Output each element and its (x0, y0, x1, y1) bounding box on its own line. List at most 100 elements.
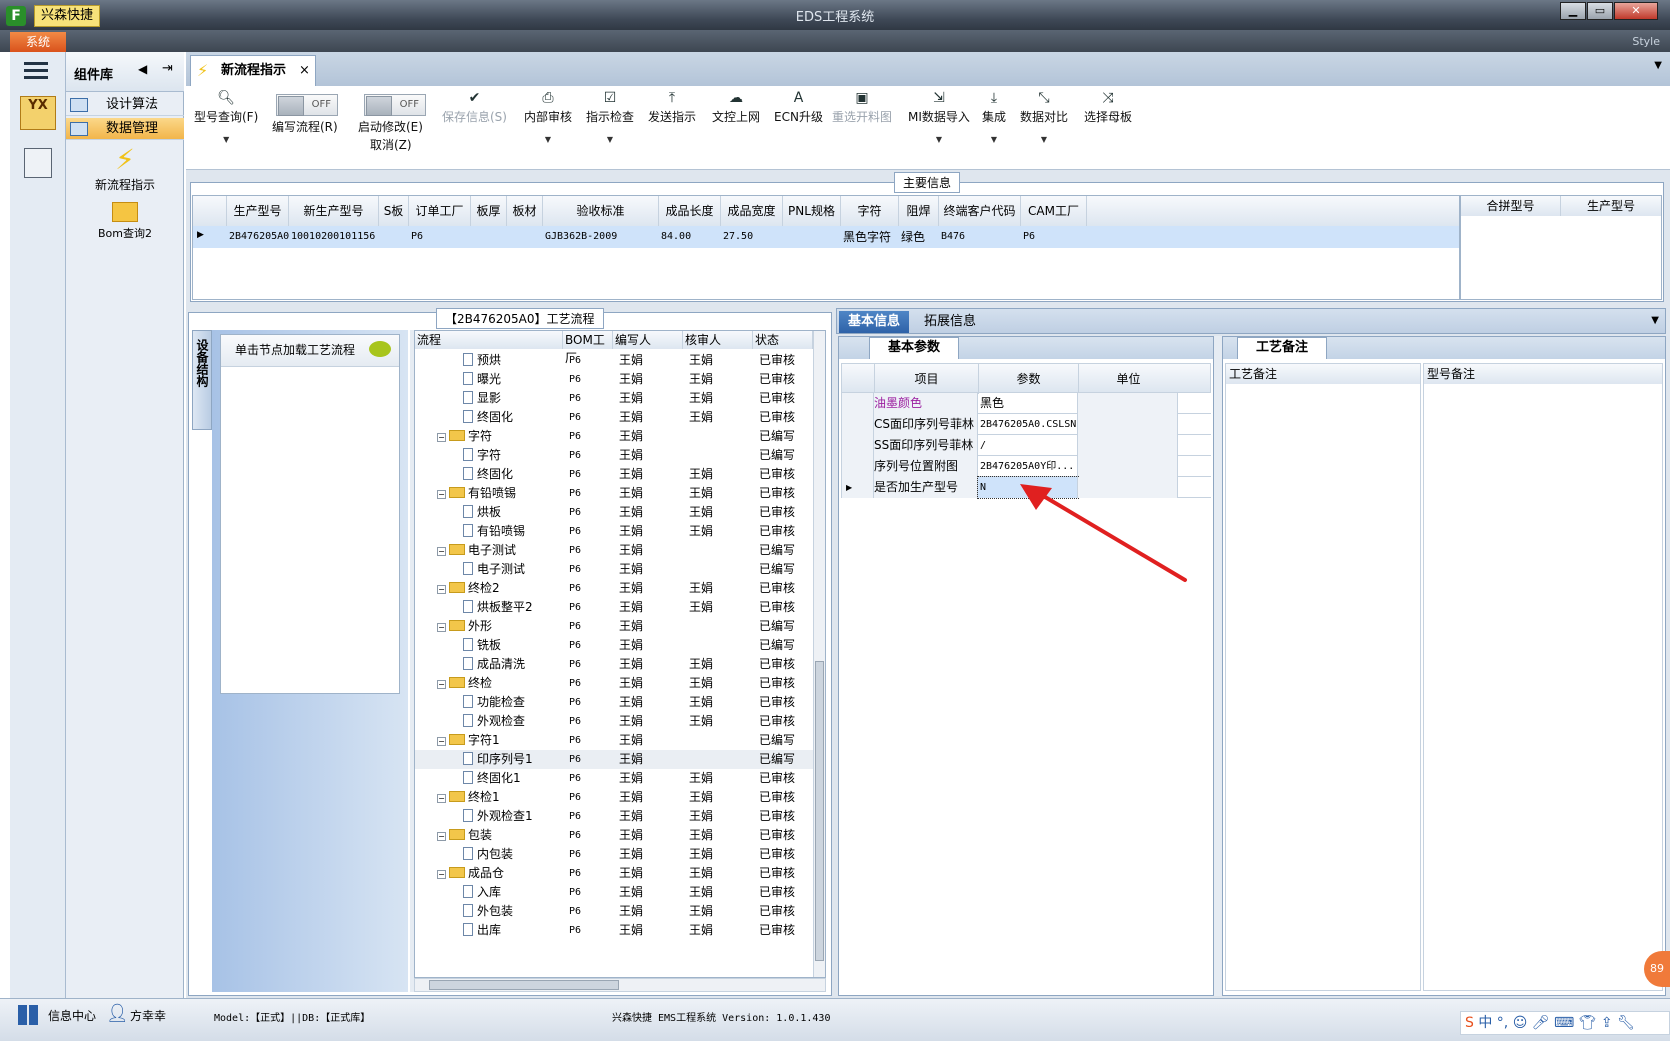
collapse-left-icon[interactable]: ◀ (138, 62, 147, 76)
column-header[interactable]: 编写人 (613, 331, 683, 349)
tab-extended-info[interactable]: 拓展信息 (915, 311, 985, 333)
row-selector[interactable] (842, 414, 874, 435)
tree-row[interactable]: 外包装 P6 王娟 王娟 已审核 (415, 902, 815, 921)
table-cell[interactable] (381, 226, 409, 248)
table-cell[interactable]: GJB362B-2009 (545, 226, 659, 248)
tree-row[interactable]: 成品清洗 P6 王娟 王娟 已审核 (415, 655, 815, 674)
column-header[interactable]: 生产型号 (227, 196, 289, 226)
column-header[interactable]: 验收标准 (543, 196, 659, 226)
column-header[interactable]: 板厚 (471, 196, 507, 226)
collapse-toggle-icon[interactable]: − (437, 585, 446, 594)
table-cell[interactable] (785, 226, 841, 248)
column-header[interactable]: BOM工厂 (563, 331, 613, 365)
model-query-button[interactable]: 🔍︎ 型号查询(F) ▼ (194, 90, 258, 144)
table-cell[interactable]: 绿色 (901, 226, 939, 248)
tree-row[interactable]: 功能检查 P6 王娟 王娟 已审核 (415, 693, 815, 712)
tree-row[interactable]: − 电子测试 P6 王娟 已编写 (415, 541, 815, 560)
column-header[interactable]: 终端客户代码 (939, 196, 1021, 226)
collapse-toggle-icon[interactable]: − (437, 870, 446, 879)
table-cell[interactable]: P6 (411, 226, 471, 248)
brand-factory-icon[interactable]: YX (20, 96, 56, 130)
nav-item-design-algorithm[interactable]: 设计算法 (66, 94, 184, 116)
table-cell[interactable]: B476 (941, 226, 1021, 248)
collapse-toggle-icon[interactable]: − (437, 433, 446, 442)
save-info-button[interactable]: ✔ 保存信息(S) (442, 90, 507, 125)
select-mother-board-button[interactable]: ⤨ 选择母板 (1084, 90, 1132, 125)
calculator-icon[interactable] (24, 148, 52, 178)
tree-row[interactable]: 内包装 P6 王娟 王娟 已审核 (415, 845, 815, 864)
model-remarks-box[interactable]: 型号备注 (1423, 363, 1663, 991)
process-horizontal-scrollbar[interactable] (414, 978, 826, 992)
tree-row[interactable]: 有铅喷锡 P6 王娟 王娟 已审核 (415, 522, 815, 541)
column-header[interactable]: 流程 (415, 331, 563, 349)
collapse-toggle-icon[interactable]: − (437, 737, 446, 746)
equipment-structure-tab[interactable]: 设备结构 (192, 330, 212, 430)
tree-row[interactable]: − 字符 P6 王娟 已编写 (415, 427, 815, 446)
column-header[interactable]: S板 (379, 196, 409, 226)
column-header[interactable]: CAM工厂 (1021, 196, 1087, 226)
tree-row[interactable]: 烘板整平2 P6 王娟 王娟 已审核 (415, 598, 815, 617)
collapse-toggle-icon[interactable]: − (437, 680, 446, 689)
nav-item-data-management[interactable]: 数据管理 (66, 118, 184, 140)
system-menu[interactable]: 系统 (10, 32, 66, 52)
table-row[interactable]: SS面印序列号菲林 / (841, 435, 1211, 456)
instruction-check-button[interactable]: ☑ 指示检查 ▼ (586, 90, 634, 144)
send-instruction-button[interactable]: ⤒ 发送指示 (648, 90, 696, 125)
process-vertical-scrollbar[interactable] (813, 331, 825, 977)
close-tab-icon[interactable]: × (299, 56, 310, 86)
merge-model-header[interactable]: 合拼型号 (1461, 196, 1561, 216)
data-compare-button[interactable]: ⤡ 数据对比 ▼ (1020, 90, 1068, 144)
process-remarks-box[interactable]: 工艺备注 (1225, 363, 1421, 991)
table-cell[interactable]: 2B476205A0 (229, 226, 289, 248)
table-cell[interactable] (473, 226, 507, 248)
tree-row[interactable]: 曝光 P6 王娟 王娟 已审核 (415, 370, 815, 389)
tree-row[interactable]: 外观检查1 P6 王娟 王娟 已审核 (415, 807, 815, 826)
param-value-field[interactable]: 黑色 (978, 393, 1078, 414)
tree-row[interactable]: − 终检 P6 王娟 王娟 已审核 (415, 674, 815, 693)
collapse-toggle-icon[interactable]: − (437, 490, 446, 499)
mi-import-button[interactable]: ⇲ MI数据导入 ▼ (908, 90, 970, 144)
tree-row[interactable]: 电子测试 P6 王娟 已编写 (415, 560, 815, 579)
tree-row[interactable]: − 成品仓 P6 王娟 王娟 已审核 (415, 864, 815, 883)
tree-row[interactable]: − 终检2 P6 王娟 王娟 已审核 (415, 579, 815, 598)
tree-row[interactable]: 印序列号1 P6 王娟 已编写 (415, 750, 815, 769)
row-selector[interactable] (842, 435, 874, 456)
column-header[interactable]: 单位 (1078, 364, 1178, 394)
internal-review-button[interactable]: ⎙ 内部审核 ▼ (524, 90, 572, 144)
tree-row[interactable]: 入库 P6 王娟 王娟 已审核 (415, 883, 815, 902)
table-row[interactable]: 油墨颜色 黑色 (841, 393, 1211, 414)
ecn-upgrade-button[interactable]: A ECN升级 (774, 90, 823, 125)
tree-row[interactable]: 终固化 P6 王娟 王娟 已审核 (415, 465, 815, 484)
tree-row[interactable]: 终固化 P6 王娟 王娟 已审核 (415, 408, 815, 427)
tree-row[interactable]: 铣板 P6 王娟 已编写 (415, 636, 815, 655)
param-value-field[interactable]: / (978, 435, 1078, 456)
tree-row[interactable]: − 字符1 P6 王娟 已编写 (415, 731, 815, 750)
column-header[interactable]: 字符 (841, 196, 899, 226)
close-button[interactable]: ✕ (1614, 2, 1658, 20)
param-value-field[interactable]: 2B476205A0Y印... (978, 456, 1078, 477)
row-selector[interactable] (842, 393, 874, 414)
collapse-toggle-icon[interactable]: − (437, 547, 446, 556)
table-cell[interactable]: P6 (1023, 226, 1087, 248)
collapse-toggle-icon[interactable]: − (437, 794, 446, 803)
table-row[interactable]: ▶ 2B476205A0 10010200101156 P6 GJB362B-2009 8… (193, 226, 1459, 248)
column-header[interactable]: 成品宽度 (721, 196, 783, 226)
tree-row[interactable]: 终固化1 P6 王娟 王娟 已审核 (415, 769, 815, 788)
table-cell[interactable]: 84.00 (661, 226, 721, 248)
param-value-field[interactable]: 2B476205A0.CSLSN (978, 414, 1078, 435)
tab-list-dropdown-icon[interactable]: ▼ (1654, 60, 1662, 71)
row-selector[interactable] (842, 456, 874, 477)
doc-upload-button[interactable]: ☁ 文控上网 (712, 90, 760, 125)
style-label[interactable]: Style (1632, 35, 1660, 48)
column-header[interactable]: PNL规格 (783, 196, 841, 226)
tab-basic-params[interactable]: 基本参数 (869, 337, 959, 359)
write-flow-toggle[interactable]: OFF (276, 94, 338, 116)
tree-row[interactable]: 出库 P6 王娟 王娟 已审核 (415, 921, 815, 940)
column-header[interactable]: 订单工厂 (409, 196, 471, 226)
minimize-button[interactable]: ▁ (1560, 2, 1586, 20)
tree-row[interactable]: 预烘 P6 王娟 王娟 已审核 (415, 351, 815, 370)
row-selector[interactable]: ▶ (842, 477, 874, 498)
info-center-label[interactable]: 信息中心 (48, 1007, 96, 1024)
table-cell[interactable]: 10010200101156 (291, 226, 379, 248)
table-row[interactable]: 序列号位置附图 2B476205A0Y印... (841, 456, 1211, 477)
